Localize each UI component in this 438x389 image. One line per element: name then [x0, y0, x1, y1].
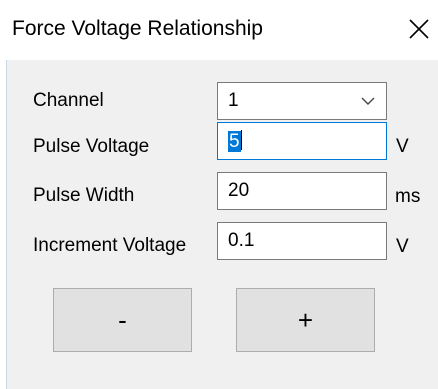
channel-label: Channel [33, 90, 104, 111]
increment-voltage-input[interactable]: 0.1 [217, 222, 387, 260]
close-button[interactable] [404, 14, 434, 44]
chevron-down-icon [361, 97, 375, 105]
dialog-body: Channel 1 Pulse Voltage 5 V Pulse Width … [6, 60, 438, 389]
force-voltage-window: Force Voltage Relationship Channel 1 Pul… [0, 0, 438, 389]
close-icon [409, 19, 429, 39]
title-bar[interactable]: Force Voltage Relationship [0, 0, 438, 60]
window-title: Force Voltage Relationship [12, 17, 263, 40]
text-caret [240, 130, 242, 150]
channel-value: 1 [228, 90, 239, 111]
increment-voltage-value: 0.1 [228, 230, 255, 251]
pulse-voltage-unit: V [396, 136, 409, 157]
increment-voltage-unit: V [396, 236, 409, 257]
pulse-width-value: 20 [228, 180, 250, 201]
channel-dropdown[interactable]: 1 [217, 82, 387, 120]
pulse-voltage-label: Pulse Voltage [33, 136, 150, 157]
pulse-voltage-input[interactable]: 5 [217, 122, 387, 160]
pulse-voltage-value: 5 [228, 131, 241, 152]
pulse-width-label: Pulse Width [33, 185, 135, 206]
decrement-button[interactable]: - [53, 288, 192, 352]
increment-button[interactable]: + [236, 288, 375, 352]
pulse-width-input[interactable]: 20 [217, 172, 387, 210]
pulse-width-unit: ms [395, 186, 421, 207]
increment-voltage-label: Increment Voltage [33, 235, 187, 256]
